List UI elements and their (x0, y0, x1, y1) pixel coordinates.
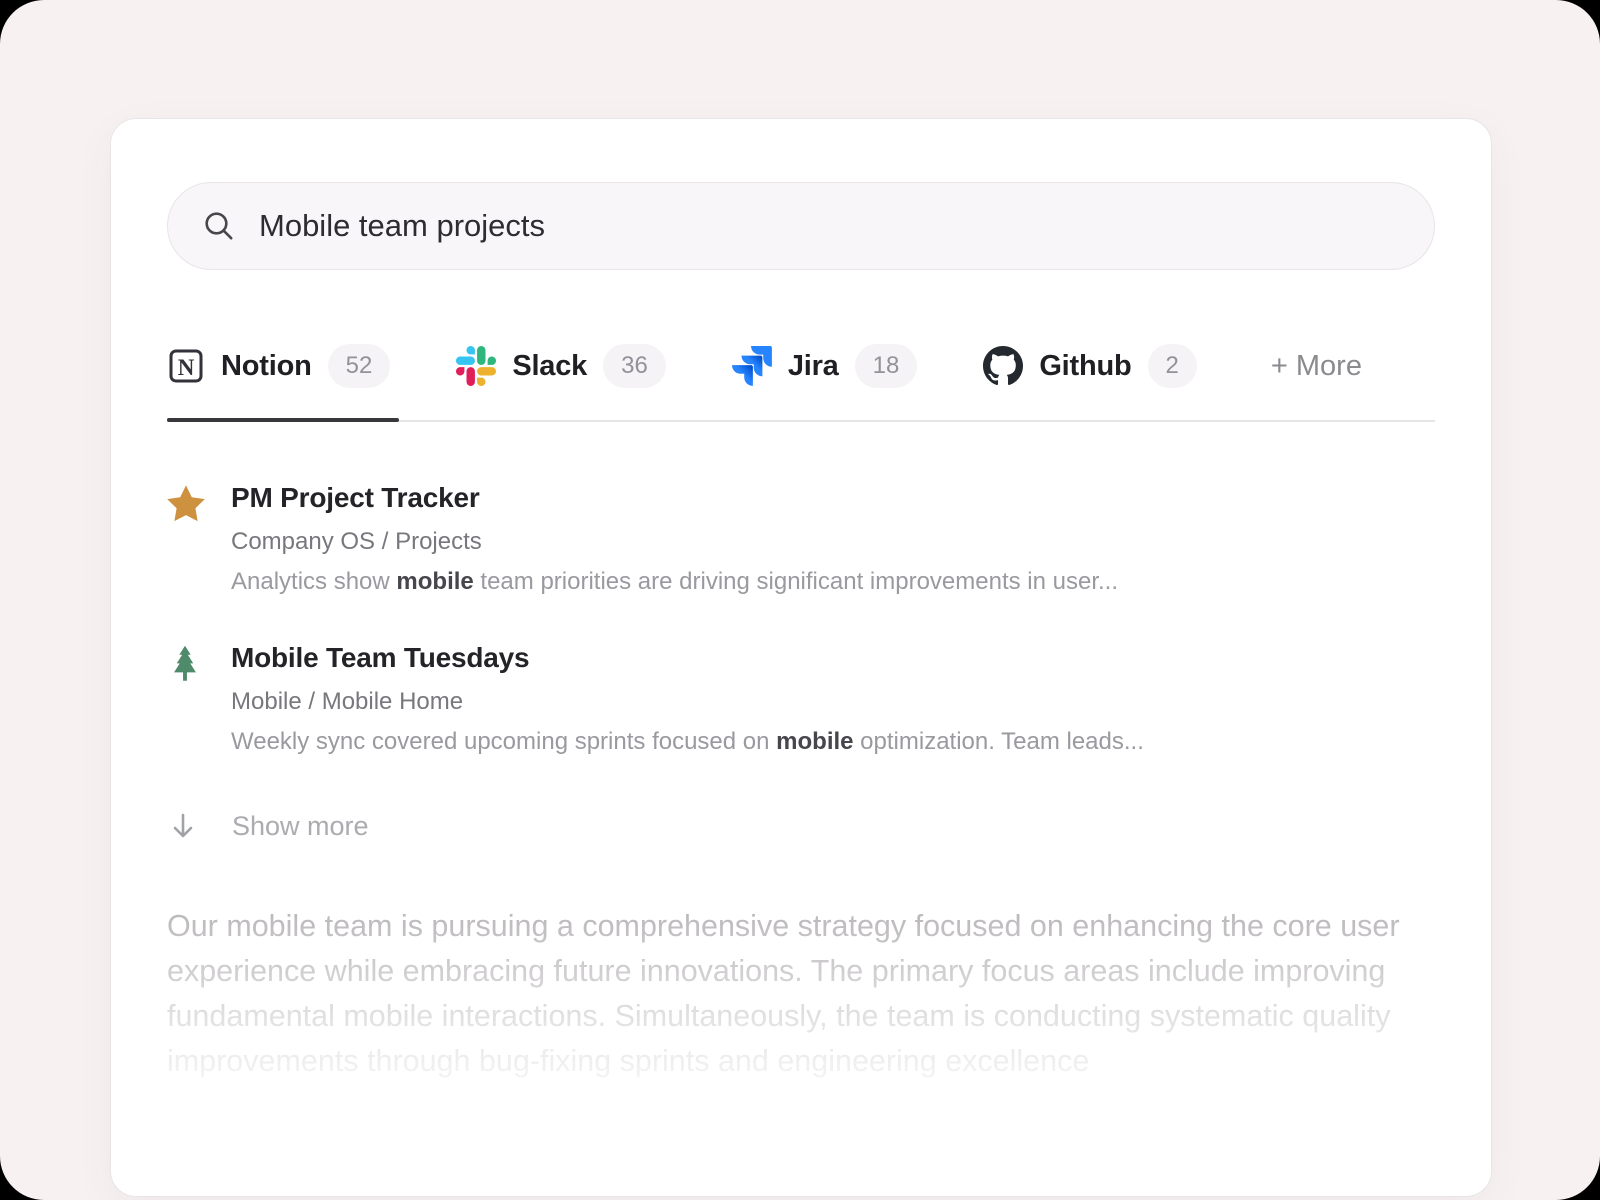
search-icon (202, 209, 236, 243)
search-input[interactable] (259, 208, 1400, 244)
result-body: PM Project Tracker Company OS / Projects… (231, 482, 1118, 596)
tab-notion-count-badge: 52 (328, 344, 391, 388)
result-title: Mobile Team Tuesdays (231, 642, 1144, 674)
github-icon (983, 346, 1023, 386)
arrow-down-icon (167, 810, 199, 842)
tab-jira-count-badge: 18 (855, 344, 918, 388)
snippet-text: optimization. Team leads... (854, 728, 1144, 755)
tab-more[interactable]: + More (1271, 350, 1362, 383)
tab-github-count-badge: 2 (1148, 344, 1197, 388)
tab-github[interactable]: Github 2 (983, 344, 1197, 388)
result-title: PM Project Tracker (231, 482, 1118, 514)
search-overlay-screen: N Notion 52 (0, 0, 1600, 1200)
result-snippet: Analytics show mobile team priorities ar… (231, 568, 1118, 596)
active-tab-indicator (167, 418, 399, 422)
snippet-highlight: mobile (396, 568, 473, 595)
result-snippet: Weekly sync covered upcoming sprints foc… (231, 728, 1144, 756)
search-bar[interactable] (167, 182, 1435, 270)
snippet-text: Weekly sync covered upcoming sprints foc… (231, 728, 776, 755)
tab-jira[interactable]: Jira 18 (732, 344, 918, 388)
slack-icon (456, 346, 496, 386)
tab-notion-label: Notion (221, 350, 312, 383)
svg-text:N: N (178, 355, 195, 380)
show-more-label: Show more (232, 811, 369, 842)
tab-slack-count-badge: 36 (603, 344, 666, 388)
tabs-divider (167, 420, 1435, 422)
tree-icon (167, 642, 207, 686)
notion-icon: N (167, 347, 205, 385)
jira-icon (732, 346, 772, 386)
show-more-button[interactable]: Show more (167, 810, 1435, 842)
tab-jira-label: Jira (788, 350, 839, 383)
tab-slack[interactable]: Slack 36 (456, 344, 666, 388)
tab-slack-label: Slack (512, 350, 587, 383)
source-tabs: N Notion 52 (167, 344, 1435, 388)
tab-notion[interactable]: N Notion 52 (167, 344, 390, 388)
snippet-text: Analytics show (231, 568, 396, 595)
tab-github-label: Github (1039, 350, 1131, 383)
snippet-text: team priorities are driving significant … (474, 568, 1118, 595)
snippet-highlight: mobile (776, 728, 853, 755)
result-body: Mobile Team Tuesdays Mobile / Mobile Hom… (231, 642, 1144, 756)
search-result-mobile-team-tuesdays[interactable]: Mobile Team Tuesdays Mobile / Mobile Hom… (167, 642, 1435, 756)
result-breadcrumb: Company OS / Projects (231, 528, 1118, 556)
search-card: N Notion 52 (110, 118, 1492, 1197)
search-result-pm-project-tracker[interactable]: PM Project Tracker Company OS / Projects… (167, 482, 1435, 596)
star-icon (167, 482, 207, 522)
result-breadcrumb: Mobile / Mobile Home (231, 688, 1144, 716)
summary-preview-text: Our mobile team is pursuing a comprehens… (167, 904, 1435, 1084)
